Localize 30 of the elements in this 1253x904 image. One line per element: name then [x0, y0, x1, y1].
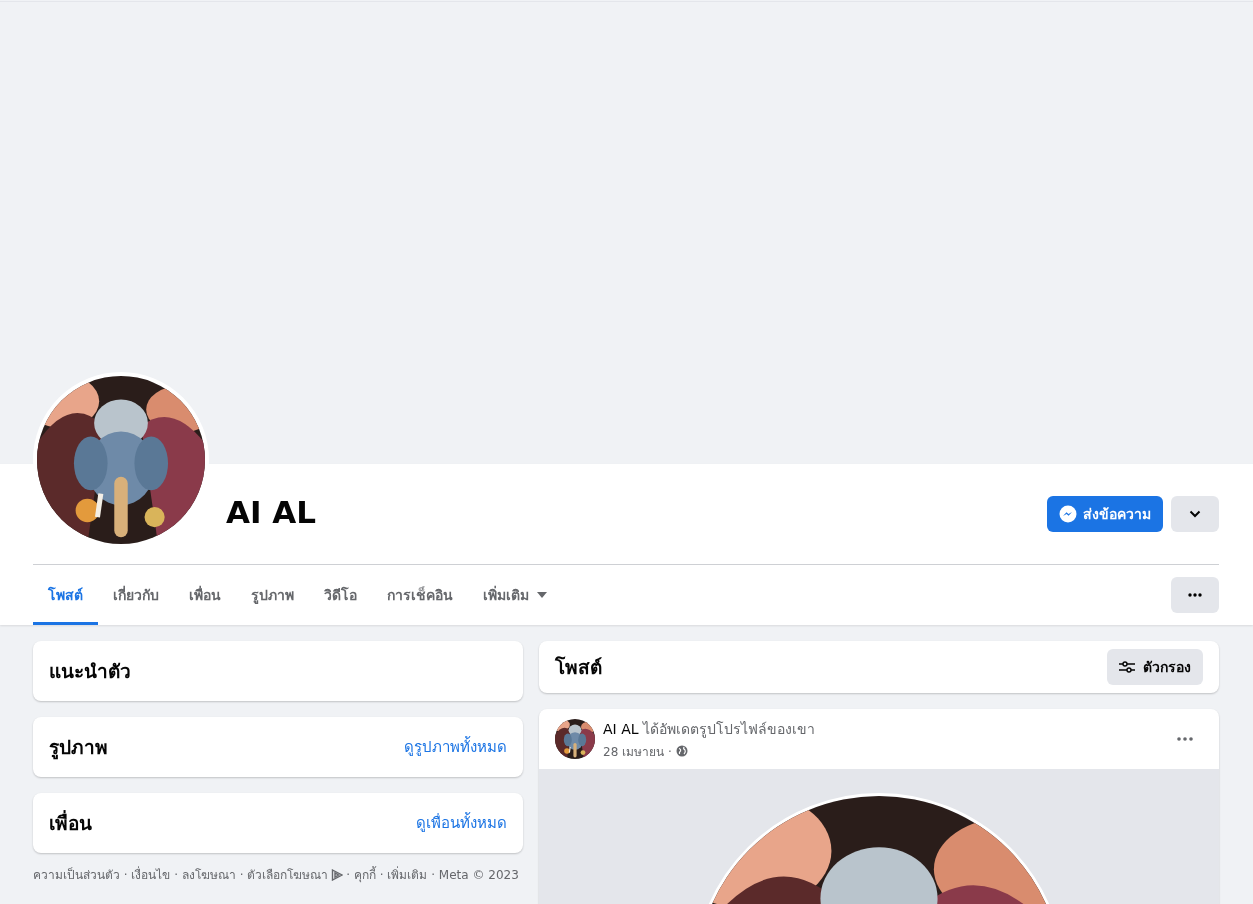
see-all-link[interactable]: ดูรูปภาพทั้งหมด — [404, 735, 507, 759]
profile-tab[interactable]: เพื่อน — [174, 565, 236, 625]
globe-icon — [675, 745, 688, 757]
profile-tab[interactable]: รูปภาพ — [236, 565, 309, 625]
filter-button[interactable]: ตัวกรอง — [1107, 649, 1203, 685]
see-all-link[interactable]: ดูเพื่อนทั้งหมด — [416, 811, 507, 835]
card-title: แนะนำตัว — [49, 659, 131, 684]
messenger-icon — [1059, 505, 1077, 523]
profile-tab[interactable]: การเช็คอิน — [372, 565, 468, 625]
dropdown-button[interactable] — [1171, 496, 1219, 532]
more-button[interactable] — [1171, 577, 1219, 613]
more-icon — [1177, 737, 1193, 741]
post-date: 28 เมษายน · — [603, 743, 672, 761]
footer-links: ความเป็นส่วนตัว · เงื่อนไข · ลงโฆษณา · ตัวเลือกโฆษณา — [33, 865, 329, 884]
profile-tab[interactable]: โพสต์ — [33, 565, 98, 625]
message-button[interactable]: ส่งข้อความ — [1047, 496, 1163, 532]
chevron-down-icon — [1189, 510, 1201, 518]
more-icon — [1188, 593, 1202, 597]
footer-links: · คุกกี้ · เพิ่มเติม · Meta © 2023 — [346, 865, 519, 884]
card-title: โพสต์ — [555, 655, 602, 680]
ad-choices-icon — [331, 868, 344, 881]
caret-icon — [537, 592, 547, 598]
profile-tab[interactable]: เกี่ยวกับ — [98, 565, 174, 625]
card-title: เพื่อน — [49, 809, 92, 836]
sliders-icon — [1119, 660, 1135, 674]
post-author-line: AI AL ได้อัพเดตรูปโปรไฟล์ของเขา — [603, 719, 816, 740]
profile-name: AI AL — [226, 494, 318, 530]
profile-tab[interactable]: วิดีโอ — [309, 565, 372, 625]
profile-tab[interactable]: เพิ่มเติม — [468, 565, 562, 625]
card-title: รูปภาพ — [49, 735, 108, 762]
